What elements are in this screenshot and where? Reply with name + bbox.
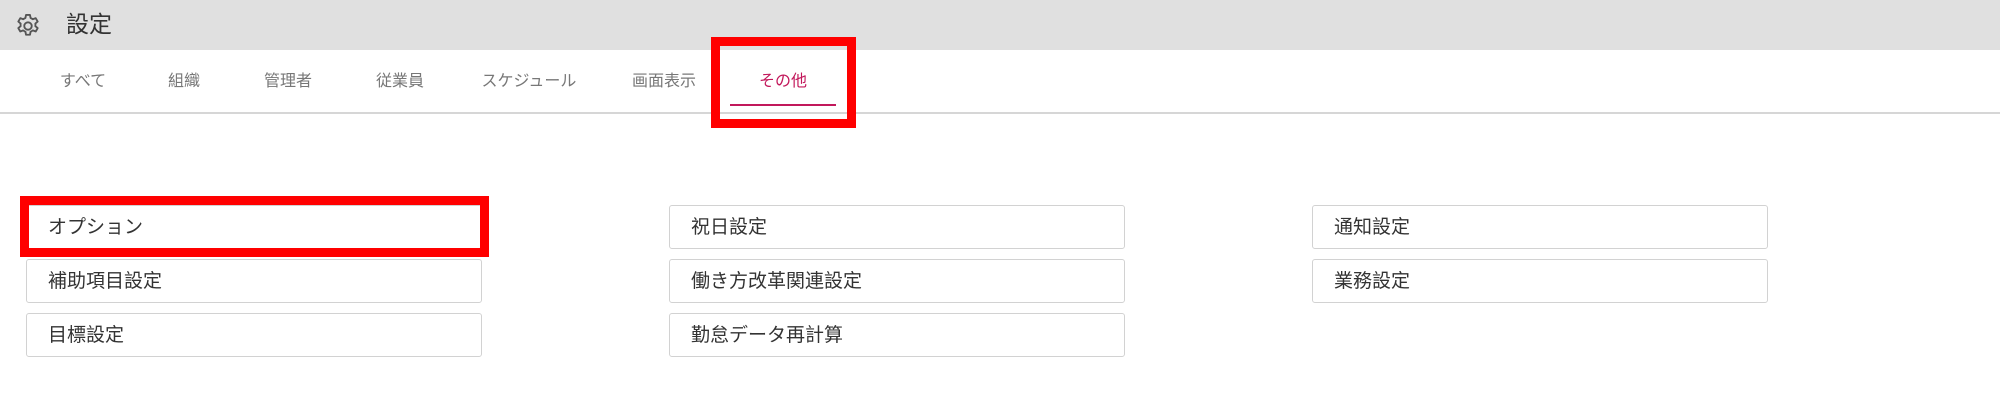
target-settings-button[interactable]: 目標設定 — [26, 313, 482, 357]
header-bar: 設定 — [0, 0, 2000, 50]
notification-settings-button[interactable]: 通知設定 — [1312, 205, 1768, 249]
holiday-settings-button[interactable]: 祝日設定 — [669, 205, 1125, 249]
sub-items-settings-button[interactable]: 補助項目設定 — [26, 259, 482, 303]
tab-schedule[interactable]: スケジュール — [480, 50, 578, 112]
tab-other[interactable]: その他 — [730, 50, 836, 112]
tab-display[interactable]: 画面表示 — [622, 50, 706, 112]
tab-bar: すべて 組織 管理者 従業員 スケジュール 画面表示 その他 — [0, 50, 2000, 114]
page-title: 設定 — [66, 12, 112, 38]
active-tab-underline — [730, 104, 836, 106]
attendance-recalc-button[interactable]: 勤怠データ再計算 — [669, 313, 1125, 357]
tab-admin[interactable]: 管理者 — [254, 50, 322, 112]
option-button[interactable]: オプション — [26, 205, 482, 249]
gear-icon[interactable] — [14, 12, 42, 40]
tab-all[interactable]: すべて — [52, 50, 114, 112]
work-settings-button[interactable]: 業務設定 — [1312, 259, 1768, 303]
tab-employee[interactable]: 従業員 — [366, 50, 434, 112]
tab-other-label: その他 — [758, 71, 807, 90]
work-reform-settings-button[interactable]: 働き方改革関連設定 — [669, 259, 1125, 303]
tab-organization[interactable]: 組織 — [156, 50, 212, 112]
